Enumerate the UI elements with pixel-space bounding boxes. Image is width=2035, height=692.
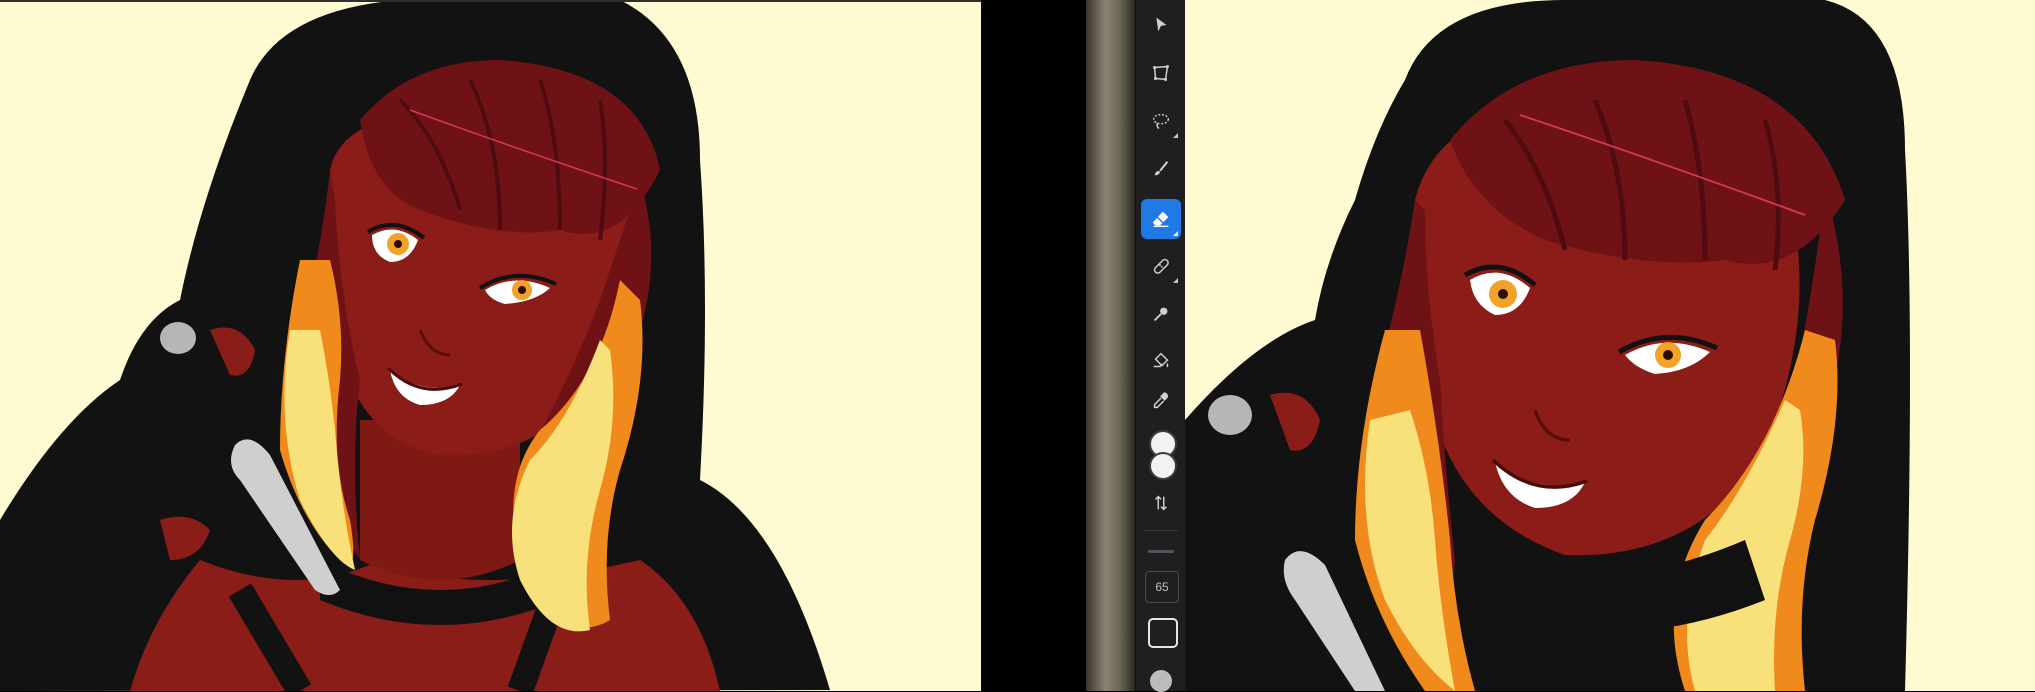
brush-size-slider-handle[interactable] xyxy=(1148,550,1174,553)
brush-size-value[interactable]: 65 xyxy=(1145,571,1179,603)
bandage-icon xyxy=(1153,258,1169,274)
transform-tool-button[interactable] xyxy=(1141,53,1181,93)
tool-sidebar: 65 xyxy=(1135,0,1187,692)
liquify-icon xyxy=(1153,307,1168,322)
submenu-indicator xyxy=(1173,133,1178,138)
blurred-background-strip xyxy=(1086,0,1135,691)
eraser-tool-button[interactable] xyxy=(1141,199,1181,239)
artwork-left xyxy=(0,0,981,691)
lasso-icon xyxy=(1152,113,1170,130)
swap-colors-button[interactable] xyxy=(1141,483,1181,523)
paint-bucket-icon xyxy=(1153,352,1169,368)
secondary-color-swatch[interactable] xyxy=(1149,452,1177,480)
canvas-gap xyxy=(981,0,1086,691)
arrow-cursor-icon xyxy=(1156,17,1167,32)
drawing-canvas-left[interactable] xyxy=(0,0,981,691)
toolbar-divider xyxy=(1144,530,1178,531)
eraser-icon xyxy=(1152,211,1169,228)
brush-preview-dot[interactable] xyxy=(1150,670,1172,692)
select-tool-button[interactable] xyxy=(1141,5,1181,45)
eyedropper-icon xyxy=(1153,392,1169,409)
lasso-tool-button[interactable] xyxy=(1141,101,1181,141)
smudge-tool-button[interactable] xyxy=(1141,246,1181,286)
brush-icon xyxy=(1154,161,1169,176)
eyedropper-tool-button[interactable] xyxy=(1141,380,1181,420)
drawing-canvas-right[interactable] xyxy=(1185,0,2035,691)
brush-opacity-control[interactable] xyxy=(1148,618,1178,648)
fill-tool-button[interactable] xyxy=(1141,341,1181,381)
artwork-right xyxy=(1185,0,2035,691)
swap-arrows-icon xyxy=(1154,495,1168,511)
submenu-indicator xyxy=(1173,278,1178,283)
liquify-tool-button[interactable] xyxy=(1141,294,1181,334)
transform-icon xyxy=(1153,65,1169,81)
submenu-indicator xyxy=(1173,231,1178,236)
brush-tool-button[interactable] xyxy=(1141,149,1181,189)
